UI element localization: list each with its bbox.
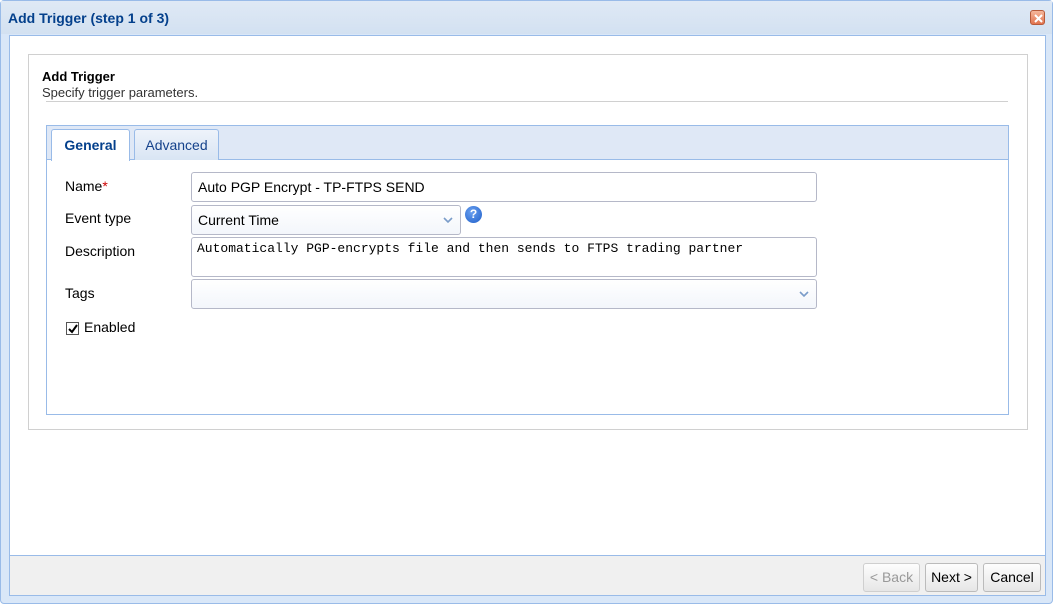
dialog-footer: < Back Next > Cancel <box>9 555 1046 596</box>
dialog-title: Add Trigger (step 1 of 3) <box>8 10 170 26</box>
dialog-body: Add Trigger Specify trigger parameters. … <box>9 35 1046 555</box>
tags-label: Tags <box>65 285 95 301</box>
header-divider <box>46 101 1008 102</box>
add-trigger-dialog: Add Trigger (step 1 of 3) Add Trigger Sp… <box>0 0 1053 604</box>
next-button[interactable]: Next > <box>925 563 978 592</box>
enabled-label[interactable]: Enabled <box>84 319 135 335</box>
back-button[interactable]: < Back <box>863 563 920 592</box>
description-label: Description <box>65 243 136 259</box>
close-icon[interactable] <box>1030 10 1045 25</box>
step-header-title: Add Trigger <box>42 69 115 84</box>
name-label: Name* <box>65 178 108 194</box>
tab-advanced[interactable]: Advanced <box>134 129 219 160</box>
step-header-subtitle: Specify trigger parameters. <box>42 85 199 100</box>
tab-general[interactable]: General <box>51 129 130 161</box>
enabled-checkbox[interactable] <box>66 322 79 335</box>
description-textarea[interactable]: Automatically PGP-encrypts file and then… <box>191 237 817 277</box>
chevron-down-icon[interactable] <box>792 280 816 308</box>
event-type-value: Current Time <box>198 212 279 228</box>
event-type-select[interactable]: Current Time <box>191 205 461 235</box>
cancel-button[interactable]: Cancel <box>983 563 1041 592</box>
chevron-down-icon[interactable] <box>436 206 460 234</box>
event-type-label: Event type <box>65 210 132 226</box>
tab-panel: General Advanced Name* Auto PGP Encrypt … <box>46 125 1009 415</box>
name-input[interactable]: Auto PGP Encrypt - TP-FTPS SEND <box>191 172 817 202</box>
name-label-text: Name <box>65 178 103 194</box>
tab-strip: General Advanced <box>47 126 1008 161</box>
required-marker: * <box>102 178 108 194</box>
help-icon[interactable]: ? <box>465 206 482 223</box>
dialog-titlebar[interactable]: Add Trigger (step 1 of 3) <box>1 1 1052 34</box>
tags-select[interactable] <box>191 279 817 309</box>
